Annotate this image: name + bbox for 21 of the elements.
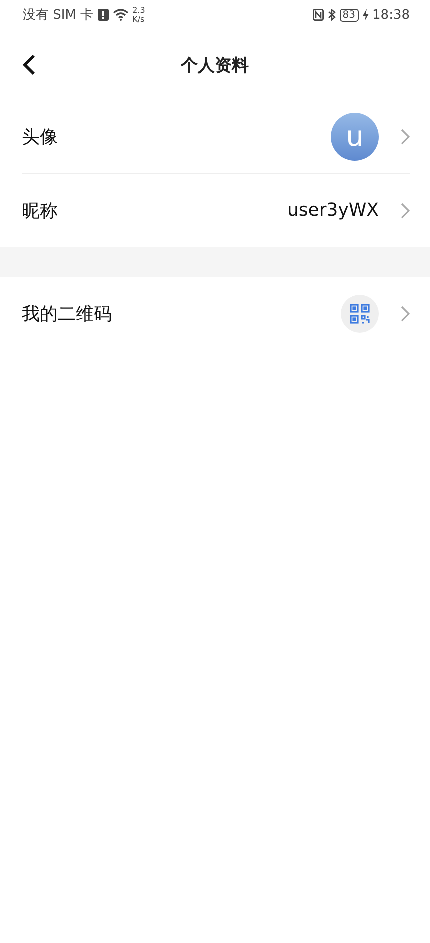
- back-icon[interactable]: [22, 54, 36, 76]
- row-label: 我的二维码: [22, 302, 112, 326]
- chevron-icon: [401, 128, 410, 144]
- speed-unit: K/s: [132, 15, 146, 24]
- carrier-text: 没有 SIM 卡: [23, 7, 94, 24]
- row-label: 头像: [22, 126, 58, 148]
- qr-code-icon[interactable]: [341, 294, 379, 332]
- page-title: 个人资料: [181, 54, 249, 76]
- bluetooth-icon: [328, 9, 336, 21]
- nfc-icon: [312, 9, 324, 21]
- charging-icon: [362, 9, 369, 21]
- alert-icon: [98, 9, 109, 21]
- clock-text: 18:38: [372, 8, 410, 22]
- chevron-icon: [401, 202, 410, 218]
- nickname-value: user3yWX: [288, 200, 379, 221]
- battery-icon: 83: [340, 8, 359, 22]
- row-label: 昵称: [22, 200, 58, 222]
- speed-value: 2.3: [132, 6, 146, 15]
- chevron-icon: [401, 306, 410, 322]
- avatar[interactable]: u: [331, 112, 379, 160]
- wifi-icon: [112, 9, 129, 21]
